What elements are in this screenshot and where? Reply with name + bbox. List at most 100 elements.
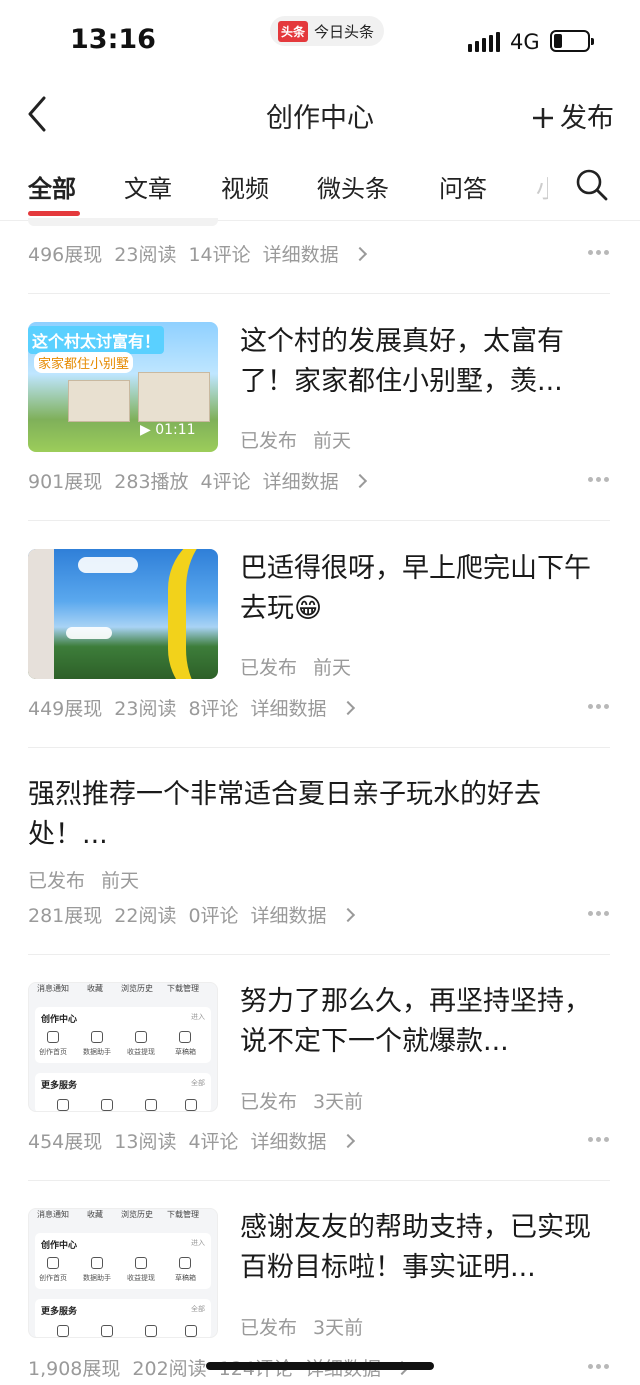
- comments: 14评论: [188, 244, 251, 266]
- screenshot-thumbnail[interactable]: 消息通知 收藏 浏览历史 下载管理 创作中心 进入 创作首页 数据助手 收益提现 草稿箱 更…: [28, 1208, 218, 1338]
- detail-link[interactable]: 详细数据: [262, 471, 367, 493]
- divider: [28, 747, 610, 748]
- item-title[interactable]: 感谢友友的帮助支持，已实现百粉目标啦！事实证明...: [240, 1208, 600, 1288]
- home-indicator[interactable]: [206, 1362, 434, 1370]
- publish-time: 前天: [313, 657, 352, 679]
- reads: 202阅读: [132, 1358, 207, 1380]
- screenshot-thumbnail[interactable]: 消息通知 收藏 浏览历史 下载管理 创作中心 进入 创作首页 数据助手 收益提现 草稿箱 更…: [28, 982, 218, 1112]
- duration-text: 01:11: [155, 422, 196, 438]
- more-icon[interactable]: [588, 1137, 610, 1143]
- item-stats: 901展现 283播放 4评论 详细数据: [28, 467, 377, 494]
- item-title[interactable]: 巴适得很呀，早上爬完山下午去玩😁: [240, 549, 600, 629]
- divider: [28, 954, 610, 955]
- tab-qa[interactable]: 问答: [439, 169, 487, 204]
- app-name: 今日头条: [314, 22, 375, 41]
- app-switch-pill[interactable]: 头条 今日头条: [270, 16, 385, 46]
- reads: 22阅读: [114, 905, 177, 927]
- detail-label: 详细数据: [262, 471, 339, 493]
- comments: 8评论: [188, 698, 239, 720]
- tab-all[interactable]: 全部: [28, 169, 76, 204]
- clock: 13:16: [70, 24, 156, 55]
- photo-thumbnail[interactable]: [28, 549, 218, 679]
- search-icon[interactable]: [574, 167, 610, 203]
- divider: [28, 520, 610, 521]
- detail-link[interactable]: 详细数据: [250, 1131, 355, 1153]
- nav-header: 创作中心 发布: [0, 80, 640, 150]
- impressions: 901展现: [28, 471, 103, 493]
- status-bar: 13:16 头条 今日头条 4G: [0, 0, 640, 80]
- item-stats: 496展现 23阅读 14评论 详细数据: [28, 240, 377, 267]
- more-icon[interactable]: [588, 477, 610, 483]
- detail-label: 详细数据: [250, 1131, 327, 1153]
- detail-label: 详细数据: [250, 905, 327, 927]
- publish-time: 前天: [313, 430, 352, 452]
- item-meta: 已发布 前天: [240, 653, 367, 680]
- publish-status: 已发布: [240, 430, 298, 452]
- item-title[interactable]: 努力了那么久，再坚持坚持，说不定下一个就爆款...: [240, 982, 600, 1062]
- thumb-top-row: 消息通知 收藏 浏览历史 下载管理: [37, 984, 199, 993]
- plus-icon: [533, 108, 553, 128]
- publish-button[interactable]: 发布: [532, 96, 614, 135]
- detail-label: 详细数据: [250, 698, 327, 720]
- item-title[interactable]: 这个村的发展真好，太富有了！家家都住小别墅，羡...: [240, 322, 600, 402]
- chevron-right-icon: [340, 907, 355, 923]
- tab-more-truncated[interactable]: 小: [536, 169, 548, 204]
- thumb-top-row: 消息通知 收藏 浏览历史 下载管理: [37, 1210, 199, 1219]
- thumb-subtitle: 家家都住小别墅: [34, 352, 134, 373]
- toutiao-logo-icon: 头条: [278, 20, 309, 42]
- thumb-card: 更多服务 全部: [35, 1073, 211, 1111]
- more-icon[interactable]: [588, 1364, 610, 1370]
- publish-status: 已发布: [240, 1317, 298, 1339]
- publish-status: 已发布: [28, 870, 86, 892]
- item-title[interactable]: 强烈推荐一个非常适合夏日亲子玩水的好去处！...: [28, 775, 610, 855]
- chevron-right-icon: [352, 473, 367, 489]
- chevron-right-icon: [352, 246, 367, 262]
- cloud-shape: [78, 557, 138, 573]
- chevron-right-icon: [340, 700, 355, 716]
- reads: 23阅读: [114, 244, 177, 266]
- divider: [28, 293, 610, 294]
- comments: 4评论: [188, 1131, 239, 1153]
- video-thumbnail[interactable]: 这个村太讨富有！ 家家都住小别墅 ▶ 01:11: [28, 322, 218, 452]
- partial-thumbnail: [28, 218, 218, 226]
- house-shape: [138, 372, 210, 422]
- impressions: 449展现: [28, 698, 103, 720]
- network-type: 4G: [510, 30, 540, 54]
- item-meta: 已发布 3天前: [240, 1087, 379, 1114]
- detail-link[interactable]: 详细数据: [262, 244, 367, 266]
- battery-icon: [550, 30, 594, 52]
- tab-videos[interactable]: 视频: [221, 169, 269, 204]
- publish-time: 3天前: [313, 1317, 364, 1339]
- impressions: 1,908展现: [28, 1358, 121, 1380]
- comments: 0评论: [188, 905, 239, 927]
- item-stats: 454展现 13阅读 4评论 详细数据: [28, 1127, 365, 1154]
- more-icon[interactable]: [588, 250, 610, 256]
- reads: 23阅读: [114, 698, 177, 720]
- detail-link[interactable]: 详细数据: [250, 698, 355, 720]
- impressions: 496展现: [28, 244, 103, 266]
- more-icon[interactable]: [588, 911, 610, 917]
- chevron-right-icon: [340, 1133, 355, 1149]
- item-stats: 449展现 23阅读 8评论 详细数据: [28, 694, 365, 721]
- detail-label: 详细数据: [262, 244, 339, 266]
- detail-link[interactable]: 详细数据: [250, 905, 355, 927]
- impressions: 454展现: [28, 1131, 103, 1153]
- tab-articles[interactable]: 文章: [124, 169, 172, 204]
- wall-shape: [28, 549, 54, 679]
- item-meta: 已发布 前天: [240, 426, 367, 453]
- item-meta: 已发布 前天: [28, 866, 155, 893]
- more-icon[interactable]: [588, 704, 610, 710]
- house-shape: [68, 380, 130, 422]
- signal-icon: [468, 32, 500, 52]
- impressions: 281展现: [28, 905, 103, 927]
- tab-micro-posts[interactable]: 微头条: [317, 169, 389, 204]
- publish-status: 已发布: [240, 1091, 298, 1113]
- divider: [28, 1180, 610, 1181]
- active-tab-indicator: [28, 211, 80, 216]
- tent-shape: [168, 549, 218, 679]
- thumb-card: 更多服务 全部: [35, 1299, 211, 1337]
- publish-label: 发布: [560, 103, 614, 134]
- publish-time: 3天前: [313, 1091, 364, 1113]
- plays: 283播放: [114, 471, 189, 493]
- thumb-card: 创作中心 进入 创作首页 数据助手 收益提现 草稿箱: [35, 1007, 211, 1063]
